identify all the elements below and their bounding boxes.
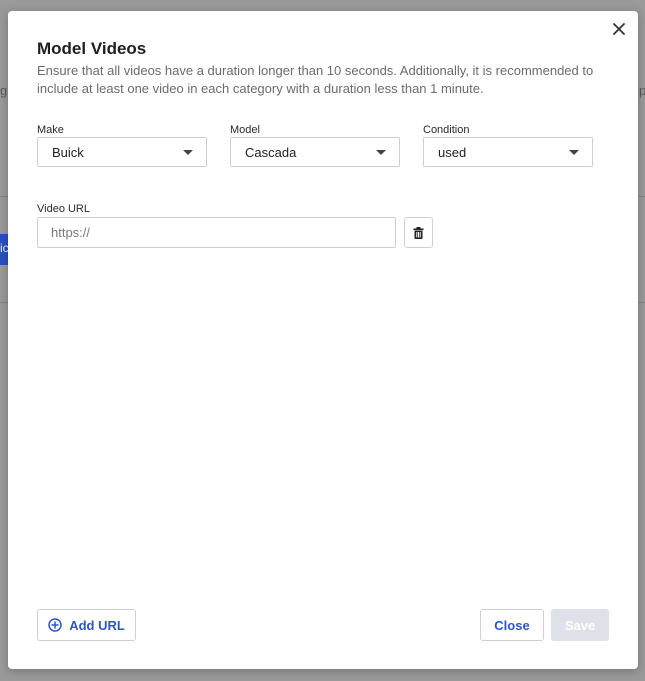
background-text-fragment: g (0, 83, 8, 98)
add-url-button[interactable]: Add URL (37, 609, 136, 641)
model-select-value: Cascada (245, 144, 297, 160)
add-url-label: Add URL (69, 617, 125, 633)
make-label: Make (37, 124, 64, 136)
trash-icon (413, 226, 424, 239)
chevron-down-icon (569, 150, 579, 155)
close-button[interactable]: Close (480, 609, 544, 641)
model-label: Model (230, 124, 260, 136)
close-icon[interactable] (609, 19, 629, 39)
delete-url-button[interactable] (404, 217, 433, 248)
video-url-label: Video URL (37, 203, 90, 215)
condition-select[interactable]: used (423, 137, 593, 167)
background-text-fragment: p (639, 83, 645, 98)
make-select[interactable]: Buick (37, 137, 207, 167)
chevron-down-icon (183, 150, 193, 155)
dialog-subtitle: Ensure that all videos have a duration l… (37, 63, 594, 96)
condition-label: Condition (423, 124, 470, 136)
make-select-value: Buick (52, 144, 84, 160)
plus-circle-icon (48, 618, 62, 632)
model-videos-dialog: Model Videos Ensure that all videos have… (8, 11, 638, 669)
save-button[interactable]: Save (551, 609, 609, 641)
model-select[interactable]: Cascada (230, 137, 400, 167)
condition-select-value: used (438, 144, 467, 160)
chevron-down-icon (376, 150, 386, 155)
video-url-input[interactable] (37, 217, 396, 248)
dialog-title: Model Videos (37, 39, 147, 58)
